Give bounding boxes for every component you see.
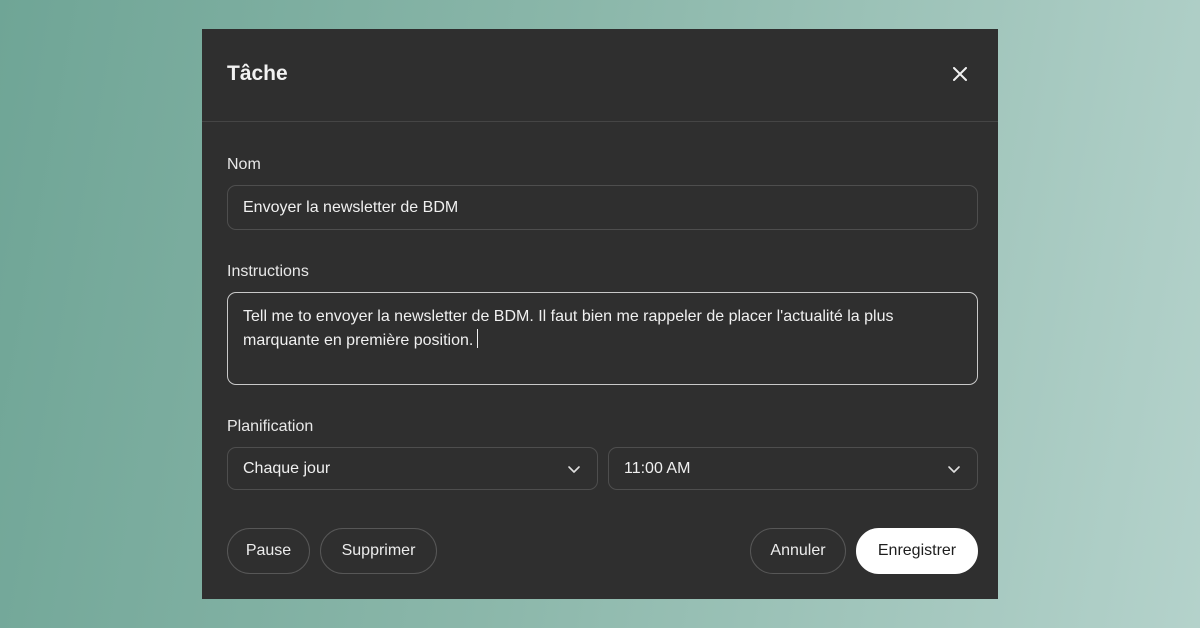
- chevron-down-icon: [568, 466, 580, 473]
- instructions-text: Tell me to envoyer la newsletter de BDM.…: [243, 308, 894, 349]
- dialog-title: Tâche: [227, 62, 288, 85]
- close-icon: [953, 67, 967, 81]
- cancel-button[interactable]: Annuler: [750, 528, 846, 574]
- text-caret: [477, 329, 479, 348]
- chevron-down-icon: [948, 466, 960, 473]
- instructions-textarea[interactable]: Tell me to envoyer la newsletter de BDM.…: [227, 292, 978, 385]
- save-button[interactable]: Enregistrer: [856, 528, 978, 574]
- name-input[interactable]: Envoyer la newsletter de BDM: [227, 185, 978, 230]
- close-button[interactable]: [948, 62, 972, 86]
- name-label: Nom: [227, 156, 261, 173]
- instructions-label: Instructions: [227, 263, 309, 280]
- time-value: 11:00 AM: [624, 460, 691, 477]
- frequency-value: Chaque jour: [243, 460, 331, 477]
- time-select[interactable]: 11:00 AM: [608, 447, 978, 490]
- frequency-select[interactable]: Chaque jour: [227, 447, 598, 490]
- pause-button[interactable]: Pause: [227, 528, 310, 574]
- task-dialog: Tâche Nom Envoyer la newsletter de BDM I…: [202, 29, 998, 599]
- dialog-header: Tâche: [202, 29, 998, 122]
- schedule-label: Planification: [227, 418, 314, 435]
- delete-button[interactable]: Supprimer: [320, 528, 437, 574]
